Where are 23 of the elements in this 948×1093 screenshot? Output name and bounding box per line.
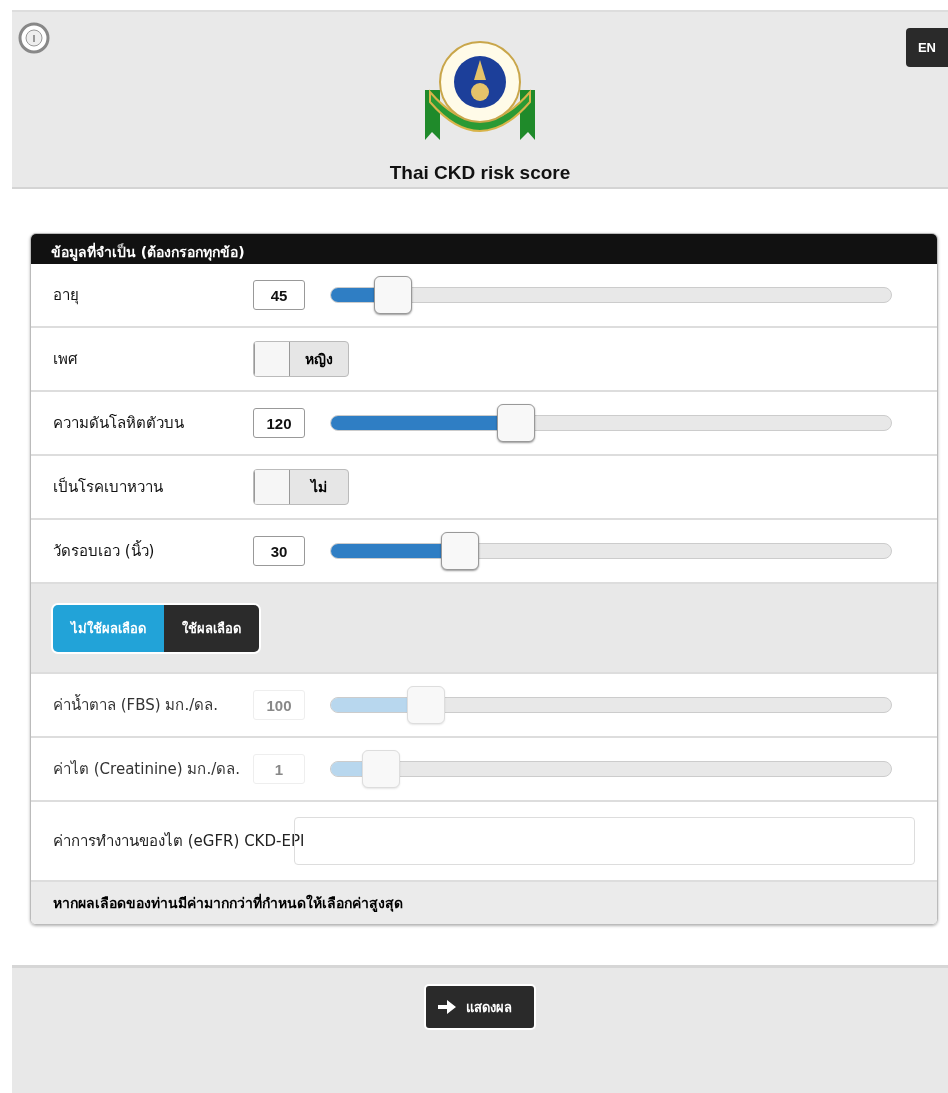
- note-text: หากผลเลือดของท่านมีค่ามากกว่าที่กำหนดให้เลือกค่าสูงสุด: [31, 882, 937, 924]
- app-title: Thai CKD risk score: [389, 162, 571, 184]
- number-field[interactable]: 120: [253, 408, 305, 438]
- field-label: วัดรอบเอว (นิ้ว): [53, 539, 156, 562]
- number-field[interactable]: 30: [253, 536, 305, 566]
- slider-handle[interactable]: [440, 532, 479, 570]
- language-button[interactable]: EN: [905, 28, 948, 67]
- toggle-switch[interactable]: หญิง: [253, 341, 349, 377]
- number-field[interactable]: 45: [253, 280, 305, 310]
- mode-tab[interactable]: ใช้ผลเลือด: [164, 604, 259, 652]
- field-label: อายุ: [53, 285, 80, 307]
- field-label: เพศ: [53, 349, 79, 370]
- field-label: ค่าการทำงานของไต (eGFR) CKD-EPI: [53, 831, 305, 852]
- slider-handle[interactable]: [496, 404, 535, 442]
- field-label: เป็นโรคเบาหวาน: [53, 476, 164, 498]
- slider-handle[interactable]: [373, 276, 412, 314]
- panel-title: ข้อมูลที่จำเป็น (ต้องกรอกทุกข้อ): [31, 234, 937, 264]
- field-label: ค่าไต (Creatinine) มก./ดล.: [53, 759, 242, 780]
- toggle-switch[interactable]: ไม่: [253, 469, 349, 505]
- info-icon[interactable]: [18, 22, 50, 54]
- field-label: ค่าน้ำตาล (FBS) มก./ดล.: [53, 693, 219, 716]
- field-label: ความดันโลหิตตัวบน: [53, 413, 185, 434]
- show-result-button[interactable]: แสดงผล: [424, 984, 536, 1030]
